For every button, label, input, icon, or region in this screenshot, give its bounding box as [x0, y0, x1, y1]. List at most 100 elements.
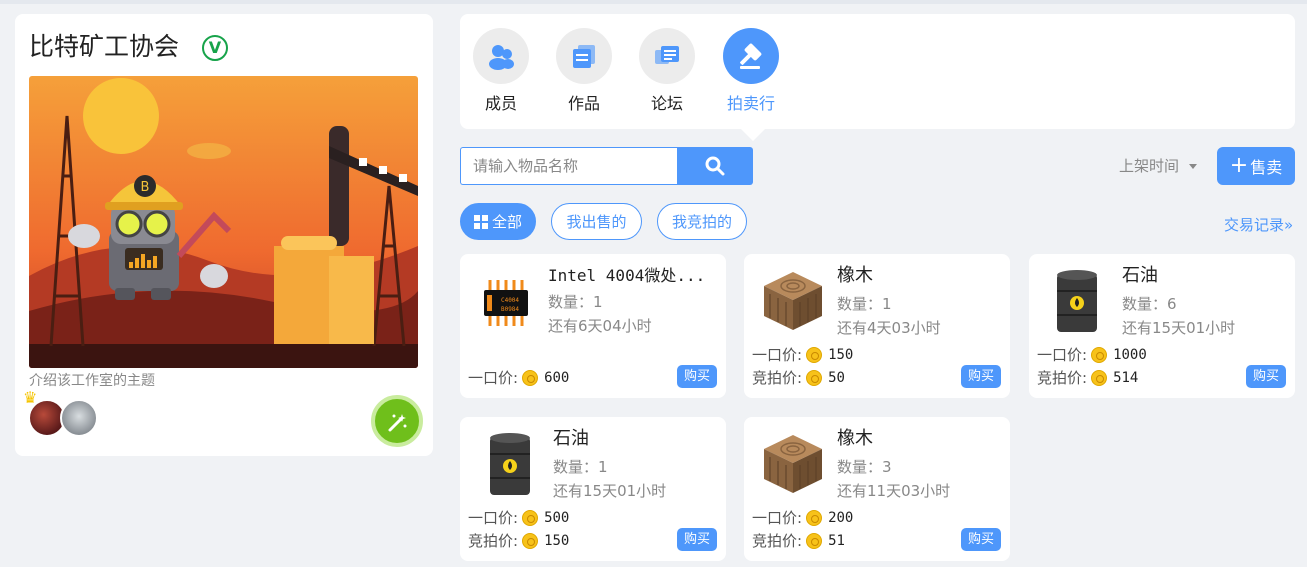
buy-button[interactable]: 购买	[677, 365, 717, 388]
coin-icon	[806, 369, 823, 386]
fixed-price-row: 一口价: 500	[468, 507, 569, 528]
filter-label: 全部	[491, 213, 522, 231]
svg-text:B0984: B0984	[501, 306, 519, 313]
fixed-price-label: 一口价:	[1037, 346, 1088, 364]
studio-title: 比特矿工协会	[29, 32, 180, 61]
bid-price-value: 50	[828, 369, 845, 386]
fixed-price-value: 200	[828, 509, 854, 526]
tab-auction[interactable]: 拍卖行	[716, 28, 786, 118]
buy-button[interactable]: 购买	[1246, 365, 1286, 388]
tab-members[interactable]: 成员	[466, 28, 536, 118]
magic-wand-button[interactable]	[371, 395, 423, 447]
coin-icon	[522, 369, 539, 386]
tab-label: 拍卖行	[726, 94, 775, 113]
bid-price-label: 竞拍价:	[1037, 369, 1088, 387]
grid-icon	[473, 214, 488, 229]
item-remaining-time: 还有11天03小时	[837, 482, 951, 500]
oil-barrel-icon	[476, 431, 544, 499]
item-remaining-time: 还有15天01小时	[1122, 319, 1236, 337]
item-name: Intel 4004微处...	[548, 266, 706, 285]
bid-price-value: 514	[1113, 369, 1139, 386]
coin-icon	[806, 509, 823, 526]
coin-icon	[1091, 369, 1108, 386]
member-avatar[interactable]	[60, 399, 98, 437]
auction-card[interactable]: 橡木 数量：3 还有11天03小时 一口价: 200 竞拍价: 51 购买	[744, 417, 1010, 561]
item-quantity: 数量：1	[837, 295, 892, 313]
coin-icon	[806, 532, 823, 549]
item-quantity: 数量：1	[548, 293, 603, 311]
bid-price-label: 竞拍价:	[752, 532, 803, 550]
bid-price-label: 竞拍价:	[468, 532, 519, 550]
auction-icon	[723, 28, 779, 84]
fixed-price-label: 一口价:	[468, 509, 519, 527]
sort-label: 上架时间	[1119, 157, 1180, 175]
item-remaining-time: 还有6天04小时	[548, 317, 652, 335]
item-name: 石油	[1122, 265, 1158, 286]
coin-icon	[522, 509, 539, 526]
search-input[interactable]	[460, 147, 678, 185]
buy-button[interactable]: 购买	[961, 528, 1001, 551]
oak-wood-icon	[760, 431, 828, 499]
fixed-price-label: 一口价:	[468, 369, 519, 387]
active-tab-pointer	[741, 129, 765, 141]
tab-label: 成员	[484, 94, 517, 113]
fixed-price-row: 一口价: 200	[752, 507, 853, 528]
members-icon	[473, 28, 529, 84]
tabs-panel: 成员 作品 论坛 拍卖行	[460, 14, 1295, 141]
buy-button[interactable]: 购买	[677, 528, 717, 551]
coin-icon	[806, 346, 823, 363]
fixed-price-row: 一口价: 150	[752, 344, 853, 365]
caret-down-icon	[1189, 164, 1198, 169]
svg-text:B: B	[141, 180, 150, 195]
bid-price-value: 51	[828, 532, 845, 549]
fixed-price-value: 500	[544, 509, 570, 526]
item-quantity: 数量：3	[837, 458, 892, 476]
tab-forum[interactable]: 论坛	[632, 28, 702, 118]
item-name: 橡木	[837, 428, 873, 449]
fixed-price-value: 600	[544, 369, 570, 386]
item-remaining-time: 还有4天03小时	[837, 319, 941, 337]
bid-price-row: 竞拍价: 150	[468, 530, 569, 551]
auction-card[interactable]: 石油 数量：6 还有15天01小时 一口价: 1000 竞拍价: 514 购买	[1029, 254, 1295, 398]
tab-works[interactable]: 作品	[549, 28, 619, 118]
search-icon	[705, 156, 725, 176]
svg-text:C4004: C4004	[501, 297, 519, 304]
buy-button[interactable]: 购买	[961, 365, 1001, 388]
filter-my-bidding[interactable]: 我竞拍的	[657, 203, 747, 240]
item-name: 石油	[553, 428, 589, 449]
filter-label: 我出售的	[566, 213, 627, 231]
fixed-price-label: 一口价:	[752, 509, 803, 527]
plus-icon: +	[1229, 153, 1249, 178]
filter-my-selling[interactable]: 我出售的	[551, 203, 642, 240]
sort-select[interactable]: 上架时间	[1119, 155, 1198, 176]
trade-records-link[interactable]: 交易记录»	[1224, 214, 1293, 235]
auction-card[interactable]: 橡木 数量：1 还有4天03小时 一口价: 150 竞拍价: 50 购买	[744, 254, 1010, 398]
bid-price-row: 竞拍价: 50	[752, 367, 845, 388]
top-divider	[0, 0, 1307, 4]
chip-icon: C4004 B0984	[472, 266, 540, 334]
oil-barrel-icon	[1043, 268, 1111, 336]
magic-wand-icon	[388, 413, 407, 431]
fixed-price-value: 150	[828, 346, 854, 363]
search-button[interactable]	[677, 147, 753, 185]
bid-price-label: 竞拍价:	[752, 369, 803, 387]
sell-button[interactable]: + 售卖	[1217, 147, 1295, 185]
fixed-price-row: 一口价: 1000	[1037, 344, 1147, 365]
item-name: 橡木	[837, 265, 873, 286]
bid-price-value: 150	[544, 532, 570, 549]
auction-card[interactable]: 石油 数量：1 还有15天01小时 一口价: 500 竞拍价: 150 购买	[460, 417, 726, 561]
tab-label: 论坛	[650, 94, 683, 113]
item-quantity: 数量：1	[553, 458, 608, 476]
sell-button-label: 售卖	[1250, 158, 1283, 177]
verified-icon: V	[202, 35, 228, 61]
oak-wood-icon	[760, 268, 828, 336]
filter-label: 我竞拍的	[671, 213, 732, 231]
works-icon	[556, 28, 612, 84]
tab-label: 作品	[567, 94, 600, 113]
bid-price-row: 竞拍价: 514	[1037, 367, 1138, 388]
auction-card[interactable]: C4004 B0984 Intel 4004微处... 数量：1 还有6天04小…	[460, 254, 726, 398]
fixed-price-label: 一口价:	[752, 346, 803, 364]
forum-icon	[639, 28, 695, 84]
filter-all[interactable]: 全部	[460, 203, 536, 240]
fixed-price-row: 一口价: 600	[468, 367, 569, 388]
